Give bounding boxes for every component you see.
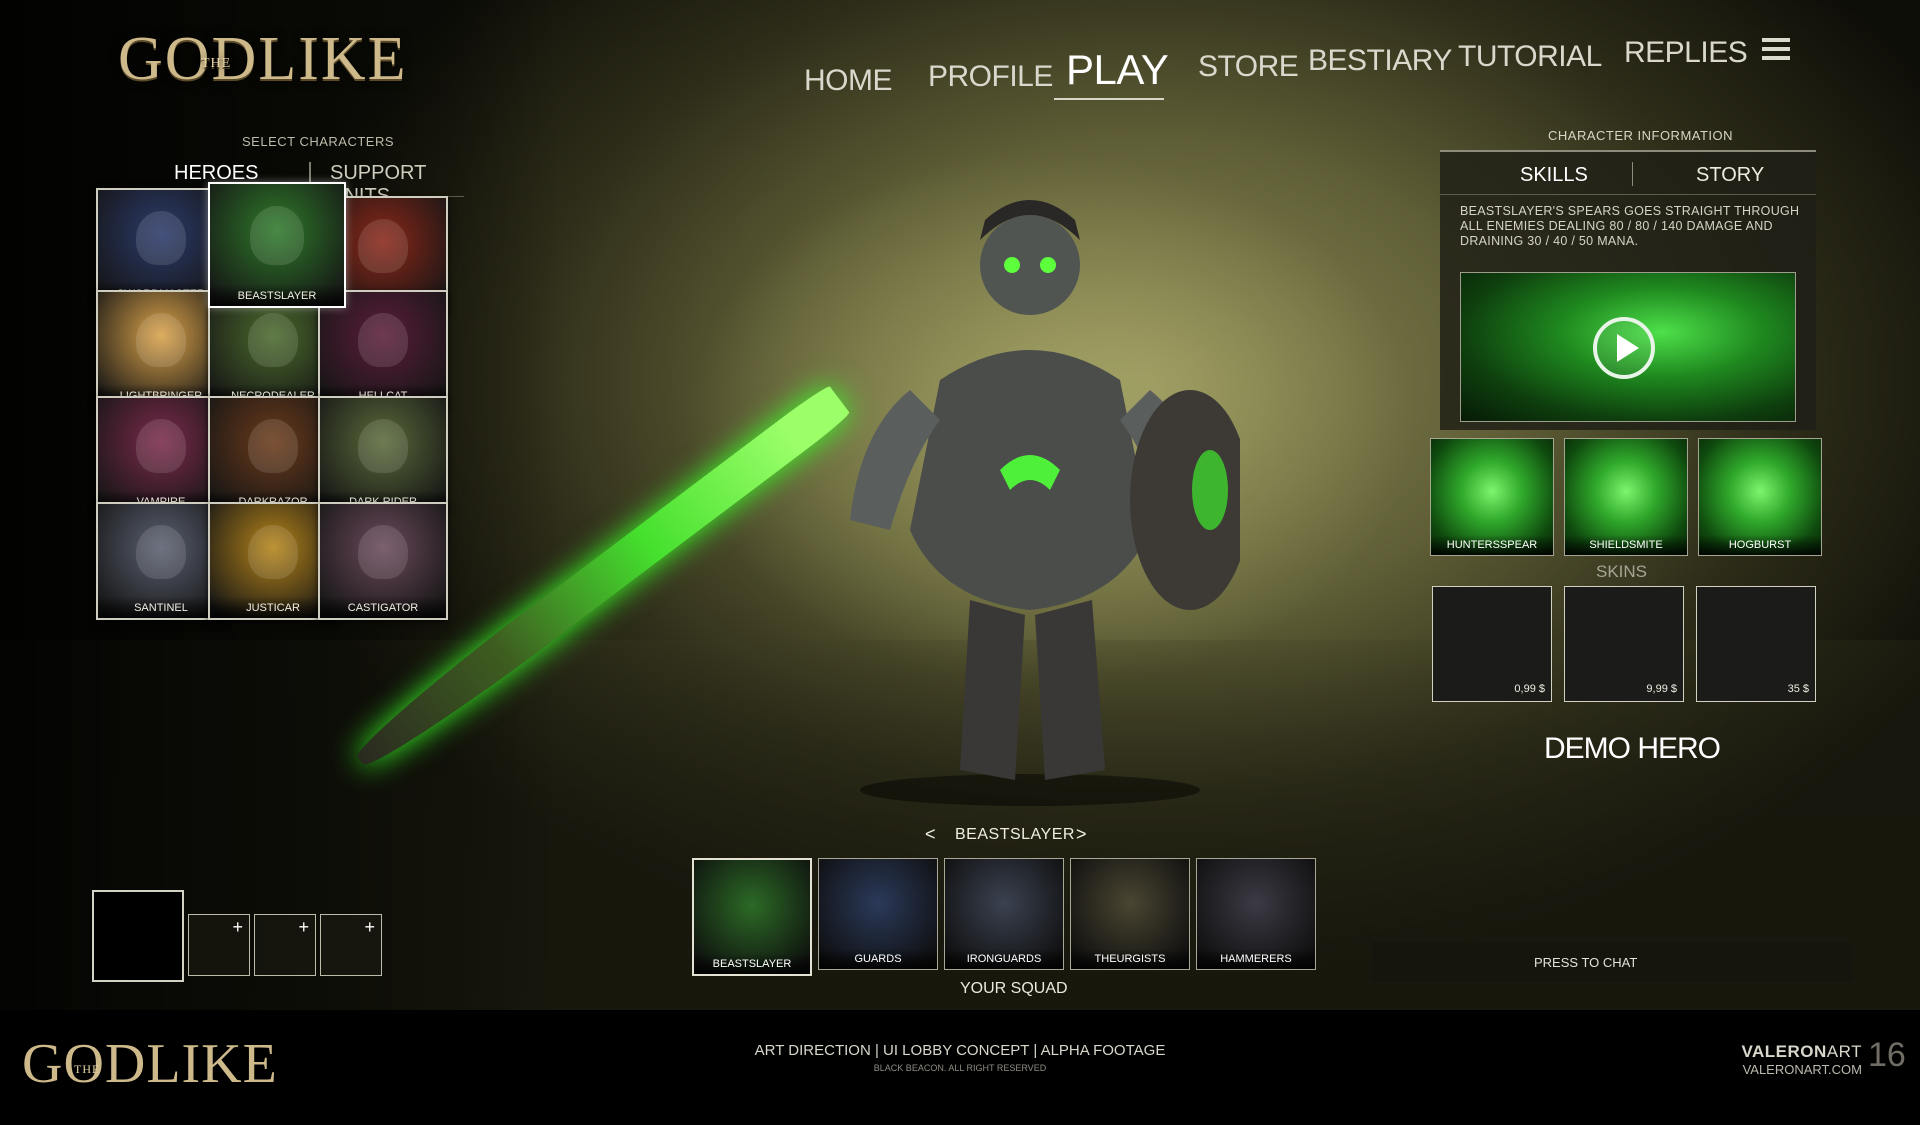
tab-story[interactable]: STORY: [1696, 164, 1764, 187]
hero-card-label: CASTIGATOR: [320, 596, 446, 618]
squad-card-label: GUARDS: [819, 949, 937, 969]
your-squad-label: YOUR SQUAD: [960, 980, 1068, 997]
info-box: SKILLS STORY BEASTSLAYER'S SPEARS GOES S…: [1440, 150, 1816, 430]
skill-label: HOGBURST: [1699, 535, 1821, 555]
squad-card-ironguards[interactable]: IRONGUARDS: [944, 858, 1064, 970]
skill-card-hunterspear[interactable]: HUNTERSSPEAR: [1430, 438, 1554, 556]
footer-logo-title: GODLIKE: [22, 1033, 278, 1095]
hero-card-label: BEASTSLAYER: [210, 284, 344, 306]
skin-price: 9,99 $: [1646, 683, 1677, 695]
demo-hero-button[interactable]: DEMO HERO: [1544, 732, 1721, 766]
info-tab-divider: [1632, 162, 1633, 186]
skill-card-hogburst[interactable]: HOGBURST: [1698, 438, 1822, 556]
play-icon[interactable]: [1593, 317, 1655, 379]
squad-card-label: BEASTSLAYER: [694, 954, 810, 974]
character-info-panel: CHARACTER INFORMATION SKILLS STORY BEAST…: [1430, 124, 1830, 765]
skill-card-shieldsmite[interactable]: SHIELDSMITE: [1564, 438, 1688, 556]
nav-home[interactable]: HOME: [804, 64, 893, 98]
squad-card-theurgists[interactable]: THEURGISTS: [1070, 858, 1190, 970]
hero-card-castigator[interactable]: CASTIGATOR: [318, 502, 448, 620]
hero-card-beastslayer[interactable]: BEASTSLAYER: [208, 182, 346, 308]
skill-label: HUNTERSSPEAR: [1431, 535, 1553, 555]
skin-card-1[interactable]: 0,99 $: [1432, 586, 1552, 702]
skin-price: 0,99 $: [1514, 683, 1545, 695]
brand-thin: ART: [1826, 1042, 1862, 1061]
nav-tutorial[interactable]: TUTORIAL: [1458, 40, 1602, 74]
nav-profile[interactable]: PROFILE: [928, 60, 1053, 94]
current-hero-name: BEASTSLAYER: [955, 826, 1075, 843]
game-logo: THE GODLIKE: [118, 24, 408, 95]
logo-title: GODLIKE: [118, 25, 408, 93]
skill-video-preview[interactable]: [1460, 272, 1796, 422]
page-number: 16: [1868, 1036, 1906, 1074]
squad-card-hammerers[interactable]: HAMMERERS: [1196, 858, 1316, 970]
footer-logo-the: THE: [74, 1062, 101, 1076]
hamburger-icon[interactable]: [1762, 38, 1790, 64]
skin-card-2[interactable]: 9,99 $: [1564, 586, 1684, 702]
plus-icon: +: [298, 917, 309, 937]
nav-replies[interactable]: REPLIES: [1624, 36, 1748, 70]
footer-logo: THE GODLIKE: [22, 1032, 278, 1096]
hero-card-santinel[interactable]: SANTINEL: [96, 502, 226, 620]
chat-input[interactable]: PRESS TO CHAT: [1372, 942, 1852, 982]
character-select-panel: SELECT CHARACTERS HEROES SUPPORT UNITS S…: [92, 128, 468, 708]
brand-url: VALERONART.COM: [1742, 1062, 1862, 1077]
footer-rights: BLACK BEACON. ALL RIGHT RESERVED: [873, 1063, 1047, 1073]
hero-card-lightbringer[interactable]: LIGHTBRINGER: [96, 290, 226, 408]
nav-bestiary[interactable]: BESTIARY: [1308, 44, 1452, 78]
chevron-left-icon[interactable]: <: [925, 824, 936, 845]
nav-active-underline: [1054, 98, 1164, 100]
squad-card-label: THEURGISTS: [1071, 949, 1189, 969]
hero-model: [850, 200, 1240, 806]
squad-card-beastslayer[interactable]: BEASTSLAYER: [692, 858, 812, 976]
hero-card-vampire[interactable]: VAMPIRE: [96, 396, 226, 514]
info-tab-underline: [1440, 194, 1816, 195]
skins-title: SKINS: [1596, 562, 1648, 581]
tab-skills[interactable]: SKILLS: [1520, 164, 1588, 187]
hero-card-dark-rider[interactable]: DARK RIDER: [318, 396, 448, 514]
hero-card-swordmaster[interactable]: SWORDMASTER: [96, 188, 226, 306]
chevron-right-icon[interactable]: >: [1076, 824, 1087, 845]
brand-bold: VALERON: [1741, 1042, 1827, 1061]
squad-slot-3[interactable]: +: [320, 914, 382, 976]
nav-store[interactable]: STORE: [1198, 50, 1299, 84]
skin-price: 35 $: [1787, 683, 1809, 695]
footer: THE GODLIKE ART DIRECTION | UI LOBBY CON…: [0, 1010, 1920, 1125]
squad-slot-2[interactable]: +: [254, 914, 316, 976]
hero-grid: SWORDMASTERBEASTSLAYERHEADSMANLIGHTBRING…: [96, 182, 496, 708]
footer-brand: VALERONART VALERONART.COM: [1722, 1042, 1862, 1077]
nav-play[interactable]: PLAY: [1066, 46, 1169, 94]
skin-card-3[interactable]: 35 $: [1696, 586, 1816, 702]
top-nav: HOME PROFILE PLAY STORE BESTIARY TUTORIA…: [790, 36, 1810, 110]
logo-the: THE: [201, 56, 232, 71]
select-characters-title: SELECT CHARACTERS: [242, 134, 395, 149]
squad-card-guards[interactable]: GUARDS: [818, 858, 938, 970]
hero-card-label: SANTINEL: [98, 596, 224, 618]
squad-slot-main[interactable]: [92, 890, 184, 982]
squad-slot-1[interactable]: +: [188, 914, 250, 976]
skill-label: SHIELDSMITE: [1565, 535, 1687, 555]
squad-card-label: IRONGUARDS: [945, 949, 1063, 969]
squad-card-label: HAMMERERS: [1197, 949, 1315, 969]
hero-switcher: < BEASTSLAYER >: [920, 824, 1090, 850]
character-info-title: CHARACTER INFORMATION: [1548, 128, 1734, 143]
chat-placeholder: PRESS TO CHAT: [1534, 955, 1638, 970]
plus-icon: +: [232, 917, 243, 937]
skill-description: BEASTSLAYER'S SPEARS GOES STRAIGHT THROU…: [1460, 204, 1800, 248]
footer-caption: ART DIRECTION | UI LOBBY CONCEPT | ALPHA…: [754, 1042, 1166, 1059]
squad-bar: BEASTSLAYER GUARDS IRONGUARDS THEURGISTS HAM…: [692, 858, 1324, 978]
plus-icon: +: [364, 917, 375, 937]
